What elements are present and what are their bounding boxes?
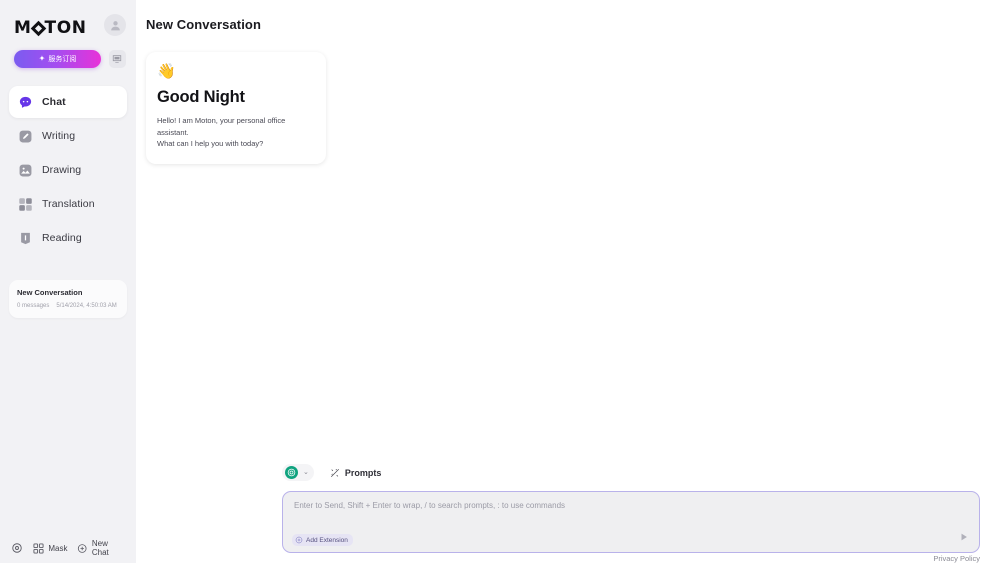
model-selector[interactable]: ⌄ xyxy=(282,464,314,481)
new-chat-button[interactable]: New Chat xyxy=(77,539,125,557)
subscribe-button[interactable]: ✦ 服务订阅 xyxy=(14,50,101,68)
composer: ⌄ Prompts Enter to Send, Shift + Enter t… xyxy=(282,464,980,553)
monitor-icon xyxy=(113,55,122,63)
history-item-meta: 0 messages 5/14/2024, 4:50:03 AM xyxy=(17,303,119,309)
history-item-count: 0 messages xyxy=(17,303,50,309)
pencil-icon xyxy=(18,129,33,144)
app-root: M TON ✦ 服务订阅 Chat Writing Drawing Transl… xyxy=(0,0,1000,563)
conversation-history-list: New Conversation 0 messages 5/14/2024, 4… xyxy=(0,280,136,318)
book-icon xyxy=(18,231,33,246)
plus-circle-icon xyxy=(78,543,87,553)
translate-grid-icon xyxy=(18,197,33,212)
logo-text-lead: M xyxy=(14,18,32,38)
sidebar-item-label: Writing xyxy=(42,130,76,142)
history-item-title: New Conversation xyxy=(17,288,83,297)
chat-bubble-icon xyxy=(18,95,33,110)
message-input-placeholder: Enter to Send, Shift + Enter to wrap, / … xyxy=(294,501,566,510)
sidebar-item-drawing[interactable]: Drawing xyxy=(9,154,127,186)
page-title: New Conversation xyxy=(146,16,262,32)
logo-diamond-icon xyxy=(30,20,46,37)
sidebar-nav: Chat Writing Drawing Translation Reading xyxy=(0,86,136,254)
grid-icon xyxy=(33,542,44,554)
privacy-policy-link[interactable]: Privacy Policy xyxy=(933,554,980,563)
send-button[interactable] xyxy=(958,531,970,543)
sidebar-item-label: Translation xyxy=(42,198,95,210)
sidebar-item-writing[interactable]: Writing xyxy=(9,120,127,152)
history-item-timestamp: 5/14/2024, 4:50:03 AM xyxy=(56,303,117,309)
mask-button[interactable]: Mask xyxy=(33,542,68,554)
prompts-label: Prompts xyxy=(344,467,382,478)
subscribe-label: 服务订阅 xyxy=(48,56,77,63)
sidebar-item-label: Drawing xyxy=(42,164,82,176)
main-header: New Conversation xyxy=(136,0,1000,48)
logo-text-tail: TON xyxy=(44,18,87,38)
list-item[interactable]: New Conversation 0 messages 5/14/2024, 4… xyxy=(9,280,127,318)
magic-wand-icon xyxy=(330,468,339,477)
user-avatar-icon xyxy=(110,20,120,30)
prompts-button[interactable]: Prompts xyxy=(330,467,382,478)
sidebar-item-label: Reading xyxy=(42,232,82,244)
plus-circle-icon xyxy=(295,536,303,544)
gear-icon xyxy=(12,543,22,553)
sidebar-top: M TON ✦ 服务订阅 xyxy=(0,0,136,68)
greeting-card: 👋 Good Night Hello! I am Moton, your per… xyxy=(146,52,326,164)
chevron-down-icon: ⌄ xyxy=(303,469,309,476)
sidebar-item-reading[interactable]: Reading xyxy=(9,222,127,254)
openai-logo-icon xyxy=(285,466,298,479)
sidebar-item-translation[interactable]: Translation xyxy=(9,188,127,220)
main-panel: New Conversation 👋 Good Night Hello! I a… xyxy=(136,0,1000,563)
sidebar: M TON ✦ 服务订阅 Chat Writing Drawing Transl… xyxy=(0,0,136,563)
mask-label: Mask xyxy=(48,543,68,553)
add-extension-button[interactable]: Add Extension xyxy=(292,534,353,546)
add-extension-label: Add Extension xyxy=(306,536,348,544)
send-triangle-icon xyxy=(961,533,967,541)
waving-hand-icon: 👋 xyxy=(157,63,176,80)
sidebar-item-label: Chat xyxy=(42,96,66,108)
image-icon xyxy=(18,163,33,178)
sidebar-footer: Mask New Chat xyxy=(0,533,136,563)
greeting-line-2: What can I help you with today? xyxy=(157,139,264,149)
settings-button[interactable] xyxy=(11,542,23,555)
sidebar-item-chat[interactable]: Chat xyxy=(9,86,127,118)
screen-share-button[interactable] xyxy=(108,50,126,68)
subscribe-row: ✦ 服务订阅 xyxy=(14,50,126,68)
sparkle-icon: ✦ xyxy=(38,54,46,63)
avatar[interactable] xyxy=(104,14,126,36)
message-input[interactable]: Enter to Send, Shift + Enter to wrap, / … xyxy=(282,491,980,553)
new-chat-label: New Chat xyxy=(91,539,109,557)
composer-toolbar: ⌄ Prompts xyxy=(282,464,980,481)
greeting-line-1: Hello! I am Moton, your personal office … xyxy=(157,116,286,137)
greeting-title: Good Night xyxy=(157,88,245,106)
